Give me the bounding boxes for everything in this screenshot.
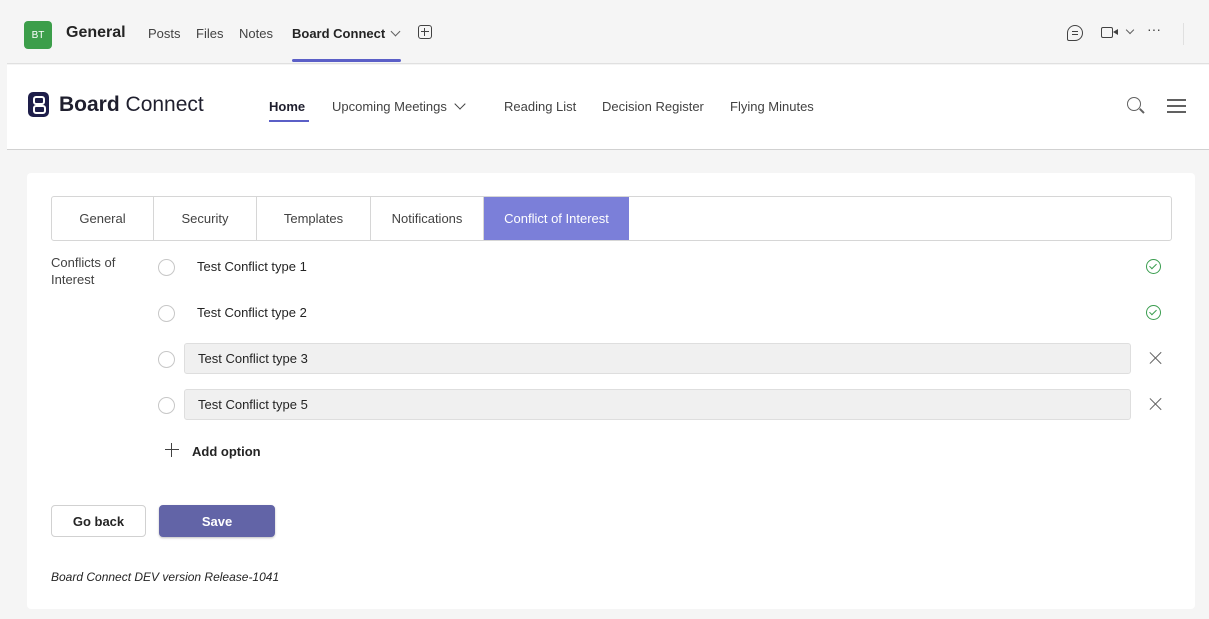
check-circle-icon <box>1146 305 1161 320</box>
tab-security[interactable]: Security <box>154 197 257 240</box>
active-tab-indicator <box>292 59 401 62</box>
tab-posts[interactable]: Posts <box>148 26 181 41</box>
option-radio[interactable] <box>158 305 175 322</box>
chevron-down-icon[interactable] <box>1125 25 1135 35</box>
remove-option-icon[interactable] <box>1149 351 1163 365</box>
conflict-option-row <box>27 343 1195 375</box>
settings-card: General Security Templates Notifications… <box>27 173 1195 609</box>
tab-general[interactable]: General <box>52 197 154 240</box>
video-call-icon[interactable] <box>1101 27 1118 38</box>
plus-icon <box>165 443 179 457</box>
teams-header: BT General Posts Files Notes Board Conne… <box>7 7 1209 64</box>
option-input[interactable] <box>184 343 1131 374</box>
brand-name-rest: Connect <box>119 93 204 116</box>
hamburger-menu-icon[interactable] <box>1167 99 1186 113</box>
add-tab-icon[interactable] <box>418 25 432 39</box>
nav-active-indicator <box>269 120 309 122</box>
check-circle-icon <box>1146 259 1161 274</box>
tab-notes[interactable]: Notes <box>239 26 273 41</box>
conflict-option-row: Test Conflict type 1 <box>27 251 1195 283</box>
nav-decision-register[interactable]: Decision Register <box>602 99 704 114</box>
more-icon[interactable]: ··· <box>1147 21 1161 37</box>
conflict-option-row <box>27 389 1195 421</box>
header-divider <box>1183 23 1184 45</box>
tab-files[interactable]: Files <box>196 26 223 41</box>
tab-conflict-of-interest[interactable]: Conflict of Interest <box>484 197 629 240</box>
board-connect-logo-icon <box>28 92 49 117</box>
team-avatar[interactable]: BT <box>24 21 52 49</box>
settings-tabs: General Security Templates Notifications… <box>51 196 1172 241</box>
option-radio[interactable] <box>158 397 175 414</box>
chevron-down-icon[interactable] <box>390 26 401 37</box>
nav-reading-list[interactable]: Reading List <box>504 99 576 114</box>
nav-flying-minutes[interactable]: Flying Minutes <box>730 99 814 114</box>
nav-upcoming-meetings[interactable]: Upcoming Meetings <box>332 98 466 114</box>
go-back-button[interactable]: Go back <box>51 505 146 537</box>
add-option-label: Add option <box>192 444 261 459</box>
brand-name: Board Connect <box>59 93 204 117</box>
chevron-down-icon[interactable] <box>454 98 466 110</box>
tab-board-connect[interactable]: Board Connect <box>292 26 401 41</box>
nav-home[interactable]: Home <box>269 99 305 114</box>
search-icon[interactable] <box>1127 97 1141 111</box>
option-radio[interactable] <box>158 351 175 368</box>
tab-board-connect-label: Board Connect <box>292 26 386 41</box>
option-label: Test Conflict type 2 <box>197 305 307 320</box>
option-label: Test Conflict type 1 <box>197 259 307 274</box>
brand-name-bold: Board <box>59 93 120 116</box>
conflict-option-row: Test Conflict type 2 <box>27 297 1195 329</box>
version-text: Board Connect DEV version Release-1041 <box>51 570 280 584</box>
tab-templates[interactable]: Templates <box>257 197 371 240</box>
tab-notifications[interactable]: Notifications <box>371 197 484 240</box>
channel-title: General <box>66 24 126 41</box>
nav-upcoming-meetings-label: Upcoming Meetings <box>332 99 447 114</box>
chat-icon[interactable] <box>1067 25 1083 41</box>
option-input[interactable] <box>184 389 1131 420</box>
remove-option-icon[interactable] <box>1149 397 1163 411</box>
option-radio[interactable] <box>158 259 175 276</box>
save-button[interactable]: Save <box>159 505 275 537</box>
app-nav: Board Connect Home Upcoming Meetings Rea… <box>7 65 1209 150</box>
